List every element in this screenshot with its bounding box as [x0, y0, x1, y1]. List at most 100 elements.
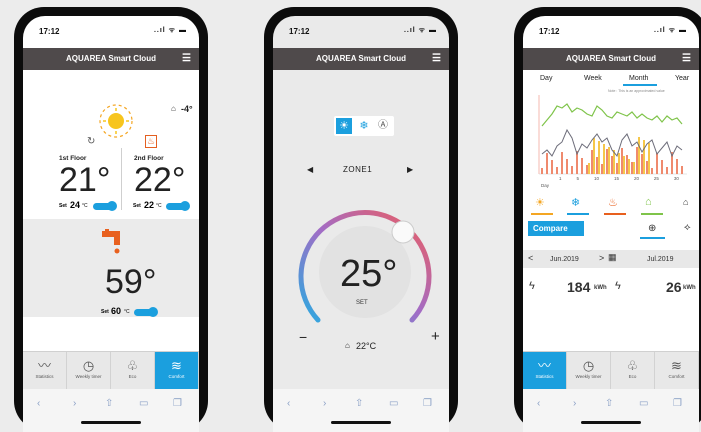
xtick: 30 — [673, 176, 679, 181]
energy-chart — [538, 95, 687, 175]
forward-icon[interactable]: › — [323, 398, 326, 409]
xtick: 15 — [613, 176, 619, 181]
heat-mode-sun-icon[interactable] — [97, 102, 135, 140]
menu-icon[interactable]: ☰ — [182, 48, 191, 70]
filter-outdoor-icon[interactable]: ⌂ — [683, 197, 688, 207]
zone-prev-arrow[interactable]: ◀ — [307, 165, 313, 174]
chart-note: Note : This is an approximated value — [608, 89, 665, 93]
bar-tank — [586, 165, 588, 174]
forward-icon[interactable]: › — [73, 398, 76, 409]
statistics-icon: 〰 — [537, 358, 551, 373]
bookmarks-icon[interactable]: ▭ — [139, 398, 148, 409]
nav-weekly-timer[interactable]: ◷ Weekly timer — [67, 352, 111, 389]
compare-unit-2: kWh — [683, 285, 696, 291]
nav-eco[interactable]: ♧ Eco — [611, 352, 655, 389]
browser-toolbar: ‹ › ⇧ ▭ ❐ — [273, 389, 449, 432]
mode-auto-button[interactable]: Ⓐ — [375, 118, 391, 134]
back-icon[interactable]: ‹ — [287, 398, 290, 409]
nav-label: Statistics — [35, 374, 54, 379]
filter-tank-icon[interactable]: ♨ — [608, 196, 618, 209]
bar-tank — [681, 166, 683, 174]
share-icon[interactable]: ⇧ — [355, 398, 363, 409]
energy-compare-underline — [640, 237, 665, 239]
tab-month-underline — [623, 84, 657, 86]
bar-tank — [656, 153, 658, 174]
energy-compare-icon[interactable]: ⊕ — [648, 223, 656, 234]
tab-week[interactable]: Week — [584, 75, 602, 82]
menu-icon[interactable]: ☰ — [432, 48, 441, 70]
signal-icon: ..ıl ᯤ ▬ — [153, 27, 187, 34]
tank-set-value: 60 — [111, 306, 122, 316]
filter-heat-icon[interactable]: ☀ — [535, 196, 545, 209]
date-prev-arrow[interactable]: < — [528, 253, 533, 263]
tab-month[interactable]: Month — [629, 75, 648, 82]
menu-icon[interactable]: ☰ — [682, 48, 691, 70]
bookmarks-icon[interactable]: ▭ — [389, 398, 398, 409]
tank-set-unit: °C — [124, 309, 130, 315]
bar-heat — [638, 137, 640, 174]
screen-statistics: 17:12 ..ıl ᯤ ▬ AQUAREA Smart Cloud ☰ Day… — [523, 16, 699, 432]
zone2-set-value: 22 — [144, 200, 155, 210]
tab-day[interactable]: Day — [540, 75, 552, 82]
date-next-arrow[interactable]: > — [599, 253, 604, 263]
mode-heat-button[interactable]: ☀ — [336, 118, 352, 134]
minus-button[interactable]: − — [299, 329, 307, 345]
tabs-icon[interactable]: ❐ — [423, 398, 432, 409]
tabs-icon[interactable]: ❐ — [173, 398, 182, 409]
xtick: 1 — [559, 176, 562, 181]
zone1-set-label: Set — [59, 203, 67, 209]
zone1-toggle[interactable] — [93, 201, 117, 211]
nav-label: Weekly timer — [575, 374, 602, 379]
back-icon[interactable]: ‹ — [537, 398, 540, 409]
compare-button[interactable]: Compare — [528, 221, 584, 236]
bar-tank — [661, 160, 663, 174]
bar-heat — [603, 144, 605, 174]
xtick: 10 — [593, 176, 599, 181]
tab-year[interactable]: Year — [675, 75, 689, 82]
tabs-icon[interactable]: ❐ — [673, 398, 682, 409]
nav-eco[interactable]: ♧ Eco — [111, 352, 155, 389]
nav-statistics[interactable]: 〰 Statistics — [523, 352, 567, 389]
bar-tank — [561, 152, 563, 174]
filter-house-icon[interactable]: ⌂ — [645, 196, 652, 208]
water-tap-icon[interactable] — [99, 227, 127, 255]
mode-cool-button[interactable]: ❄ — [356, 118, 372, 134]
calendar-icon[interactable]: ▦ — [608, 252, 617, 263]
bar-tank — [631, 162, 633, 174]
filter-house-underline — [641, 213, 663, 215]
nav-statistics[interactable]: 〰 Statistics — [23, 352, 67, 389]
xtick: 25 — [653, 176, 659, 181]
bookmarks-icon[interactable]: ▭ — [639, 398, 648, 409]
bar-tank — [546, 153, 548, 174]
share-icon[interactable]: ⇧ — [105, 398, 113, 409]
nav-comfort[interactable]: ≋ Comfort — [655, 352, 699, 389]
outdoor-temp: -4° — [181, 104, 193, 114]
browser-toolbar: ‹ › ⇧ ▭ ❐ — [523, 389, 699, 432]
bar-heat — [618, 153, 620, 174]
back-icon[interactable]: ‹ — [37, 398, 40, 409]
bar-tank — [566, 159, 568, 174]
nav-label: Comfort — [668, 374, 685, 379]
bar-heat — [633, 162, 635, 174]
bar-heat — [593, 138, 595, 174]
nav-label: Statistics — [535, 374, 554, 379]
filter-cool-icon[interactable]: ❄ — [571, 196, 580, 209]
status-time: 17:12 — [289, 27, 310, 36]
nav-label: Comfort — [168, 374, 185, 379]
zone2-toggle[interactable] — [166, 201, 190, 211]
zone-next-arrow[interactable]: ▶ — [407, 165, 413, 174]
plus-button[interactable]: + — [431, 328, 440, 345]
green-line — [541, 103, 683, 127]
bar-tank — [551, 160, 553, 174]
nav-weekly-timer[interactable]: ◷ Weekly timer — [567, 352, 611, 389]
forward-icon[interactable]: › — [573, 398, 576, 409]
signal-icon: ..ıl ᯤ ▬ — [403, 27, 437, 34]
nav-comfort[interactable]: ≋ Comfort — [155, 352, 199, 389]
bar-tank — [606, 149, 608, 174]
bar-tank — [571, 166, 573, 174]
bar-heat — [623, 156, 625, 174]
tank-toggle[interactable] — [134, 307, 158, 317]
pump-icon: ↻ — [87, 136, 96, 147]
cost-compare-icon[interactable]: ⟡ — [684, 222, 691, 233]
share-icon[interactable]: ⇧ — [605, 398, 613, 409]
